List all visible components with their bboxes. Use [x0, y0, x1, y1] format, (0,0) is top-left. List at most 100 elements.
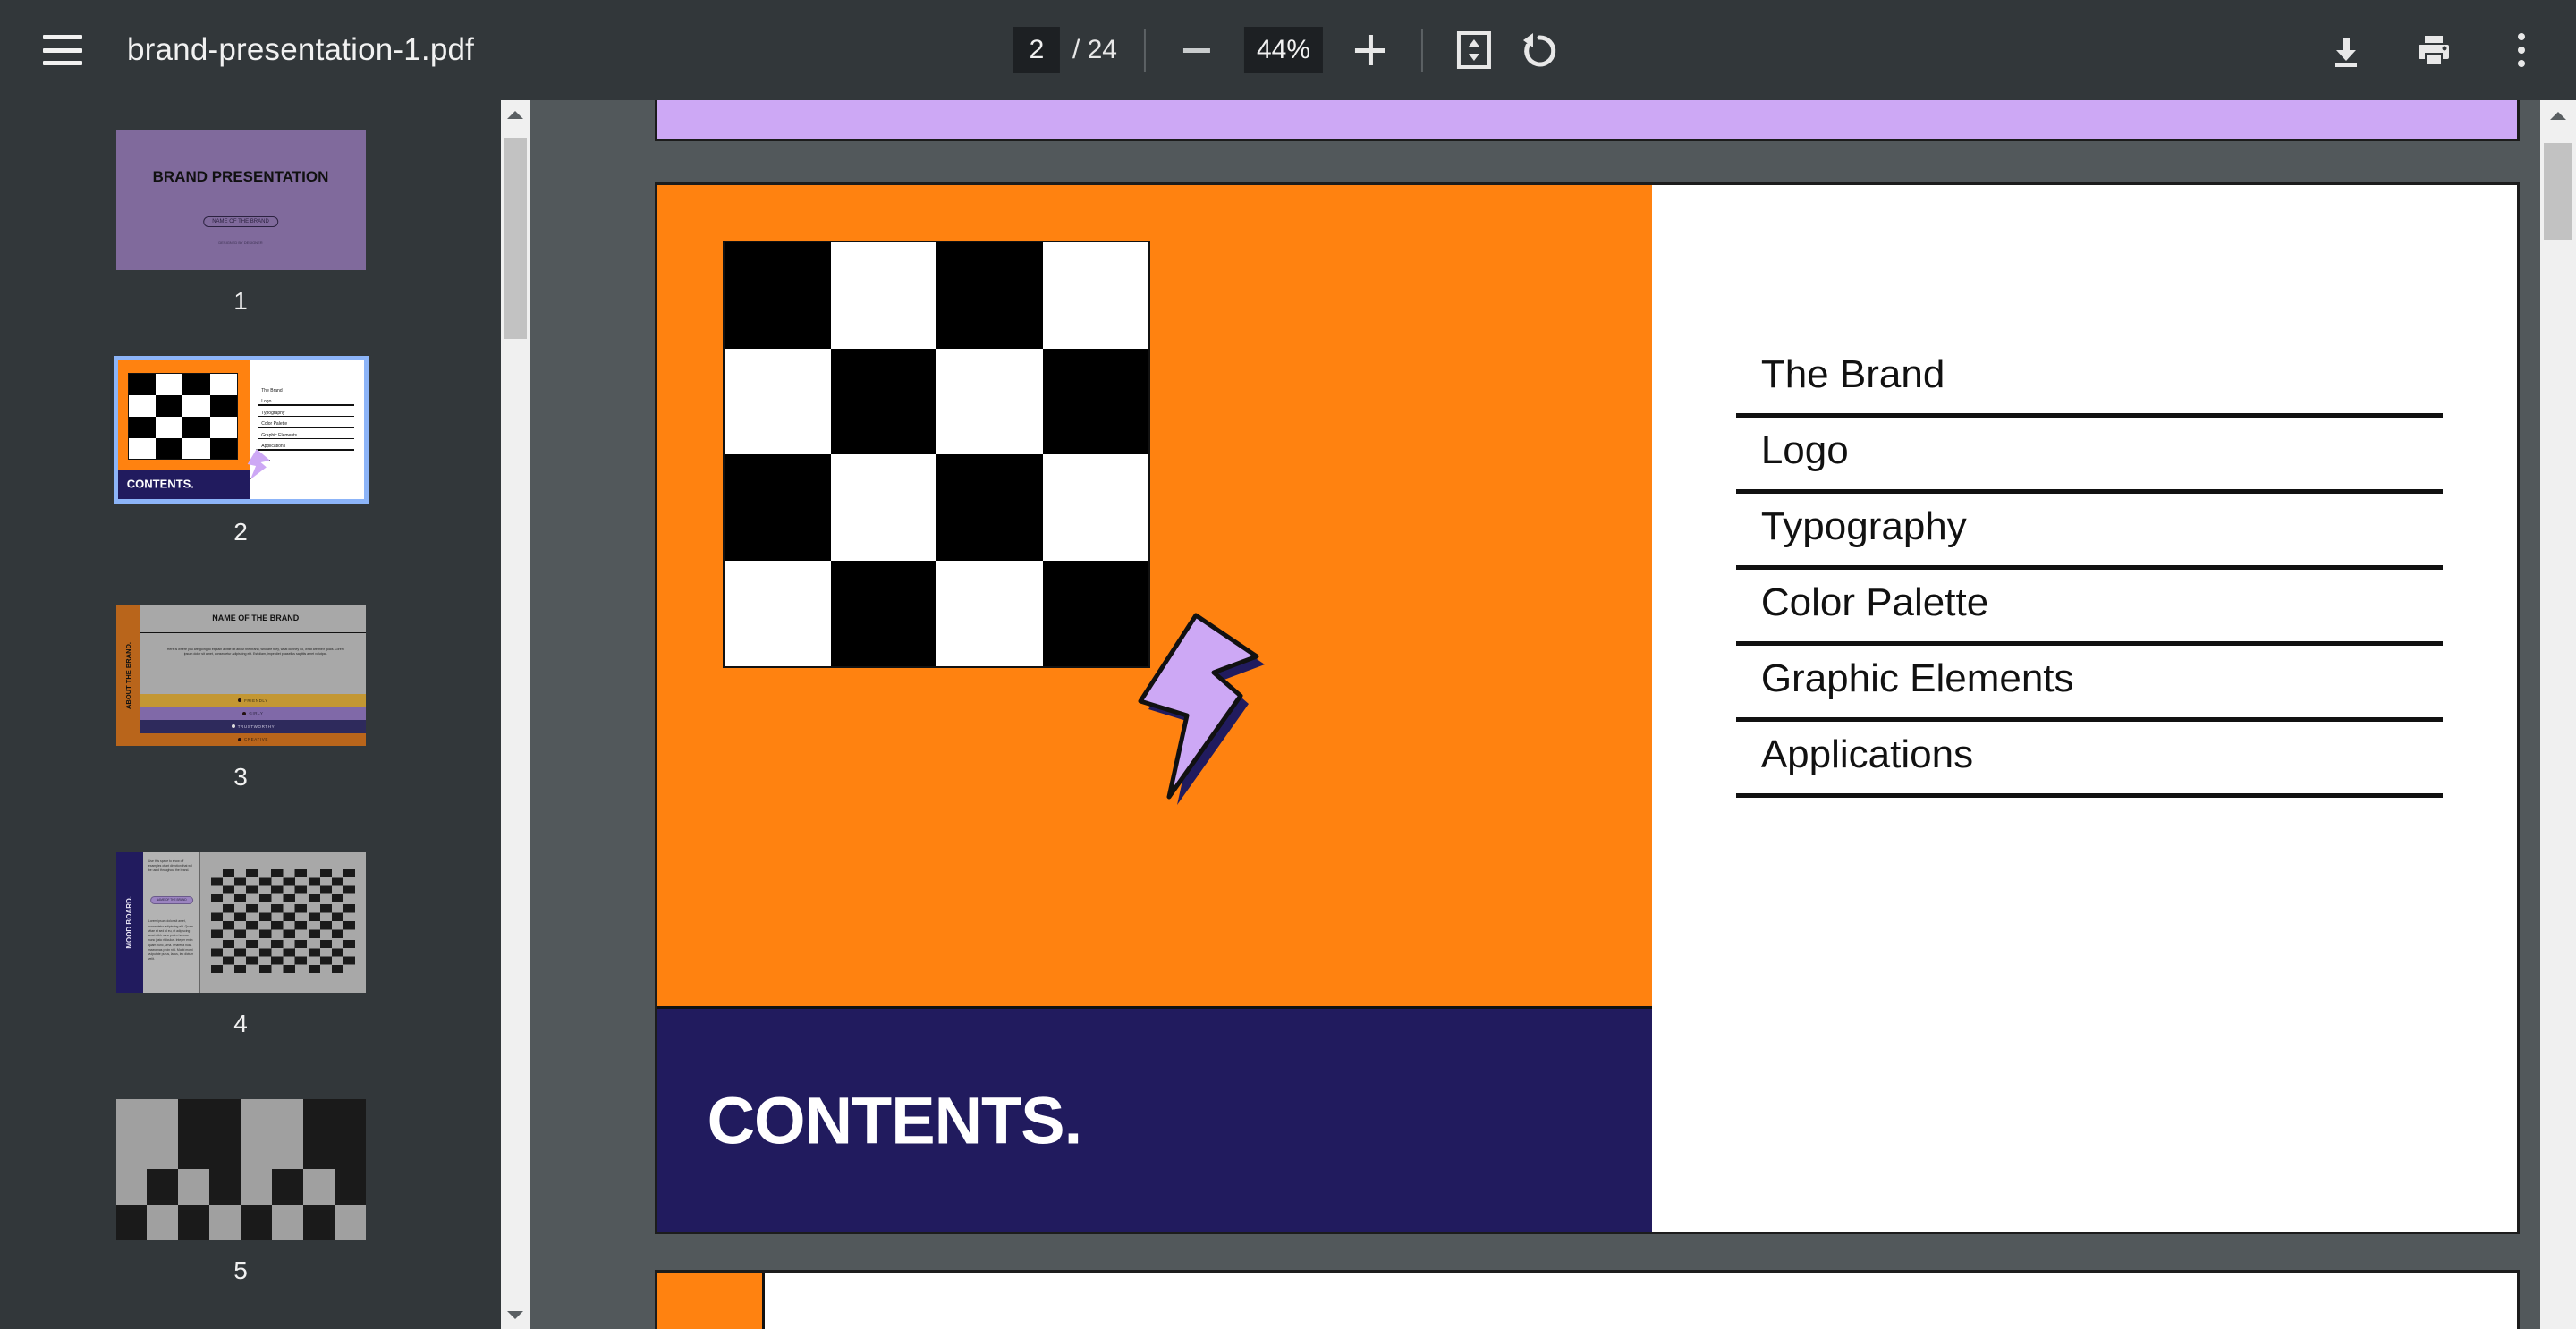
checkerboard-graphic	[723, 241, 1150, 668]
thumb-toc: The Brand Logo Typography Color Palette …	[258, 388, 354, 451]
toc-label: Typography	[1760, 504, 1967, 549]
thumb-badge: NAME OF THE BRAND	[149, 895, 193, 904]
menu-line	[43, 47, 82, 53]
hamburger-menu-icon[interactable]	[36, 30, 89, 71]
toc-label: The Brand	[1760, 352, 1945, 397]
toc-rule	[1735, 413, 2443, 419]
previous-page-color-block	[657, 100, 2517, 139]
viewer-scroll-up-button[interactable]	[2540, 100, 2576, 131]
thumb-navy-band: CONTENTS.	[117, 470, 250, 499]
banner-title: CONTENTS.	[707, 1083, 1083, 1158]
thumbnail-number: 1	[233, 286, 248, 315]
checker-cell	[1042, 348, 1148, 454]
more-dot	[2518, 33, 2525, 40]
checker-cell	[830, 454, 936, 561]
next-page-edge	[655, 1270, 2520, 1329]
thumb-subtitle: DESIGNED BY DESIGNER	[218, 240, 263, 245]
fit-to-page-icon	[1457, 31, 1492, 69]
zoom-out-button[interactable]	[1173, 26, 1221, 74]
previous-page-edge	[655, 100, 2520, 141]
checker-cell	[830, 348, 936, 454]
viewer-scrollbar[interactable]	[2540, 100, 2576, 1329]
checker-cell	[936, 560, 1043, 666]
thumbnail-sidebar[interactable]: BRAND PRESENTATION NAME OF THE BRAND DES…	[0, 100, 512, 1329]
thumbnail-item[interactable]: 5	[0, 1096, 481, 1285]
zoom-in-button[interactable]	[1346, 26, 1394, 74]
plus-icon	[1355, 35, 1386, 65]
thumb-text-column: Use this space to show off examples of a…	[143, 852, 201, 993]
toc-rule	[1735, 793, 2443, 799]
menu-line	[43, 35, 82, 39]
current-page[interactable]: CONTENTS. The Brand Logo Typography Colo…	[655, 182, 2520, 1234]
toc-row[interactable]: Applications	[1735, 732, 2443, 799]
toc-row[interactable]: Typography	[1735, 504, 2443, 571]
table-of-contents: The Brand Logo Typography Color Palette …	[1735, 352, 2443, 808]
page-number-input[interactable]: 2	[1013, 27, 1060, 73]
checker-cell	[1042, 454, 1148, 561]
checker-cell	[724, 348, 831, 454]
toc-label: Color Palette	[1760, 580, 1989, 625]
contents-banner: CONTENTS.	[657, 1006, 1653, 1232]
print-icon	[2419, 36, 2449, 66]
divider	[1144, 29, 1146, 72]
thumb-trait: FRIENDLY	[244, 698, 268, 703]
scroll-up-arrow-icon	[2550, 111, 2566, 120]
toolbar: brand-presentation-1.pdf 2 / 24 44%	[0, 0, 2576, 100]
checker-cell	[830, 242, 936, 349]
thumb-trait: TRUSTWORTHY	[237, 724, 275, 729]
zoom-level-display[interactable]: 44%	[1244, 27, 1324, 73]
sidebar-scroll-up-button[interactable]	[501, 100, 530, 129]
toc-row[interactable]: Graphic Elements	[1735, 656, 2443, 723]
thumb-trait: CREATIVE	[243, 737, 268, 742]
thumbnail-item[interactable]: BRAND PRESENTATION NAME OF THE BRAND DES…	[0, 127, 481, 316]
more-dot	[2518, 60, 2525, 67]
toc-row[interactable]: The Brand	[1735, 352, 2443, 419]
menu-line	[43, 61, 82, 65]
thumb-side-label: ABOUT THE BRAND.	[123, 641, 132, 709]
lightning-bolt-icon	[1138, 613, 1265, 805]
minus-icon	[1183, 47, 1210, 53]
checker-cell	[724, 242, 831, 349]
checker-cell	[1042, 242, 1148, 349]
thumb-body: Here is where you are going to explain a…	[166, 648, 344, 656]
thumbnail-number: 5	[233, 1256, 248, 1284]
more-options-button[interactable]	[2497, 26, 2546, 74]
toc-rule	[1735, 641, 2443, 647]
thumbnail-item[interactable]: ABOUT THE BRAND. NAME OF THE BRAND Here …	[0, 603, 481, 791]
sidebar-scroll-down-button[interactable]	[501, 1300, 530, 1329]
download-button[interactable]	[2322, 26, 2370, 74]
thumb-side-label: MOOD BOARD.	[125, 896, 134, 949]
next-page-color-block	[657, 1273, 765, 1329]
thumb-moodboard-grid	[210, 868, 356, 973]
checker-cell	[724, 560, 831, 666]
more-dot	[2518, 47, 2525, 54]
rotate-button[interactable]	[1514, 26, 1563, 74]
fit-to-page-button[interactable]	[1450, 26, 1498, 74]
thumbnail-frame[interactable]: ABOUT THE BRAND. NAME OF THE BRAND Here …	[113, 603, 369, 749]
toc-row[interactable]: Logo	[1735, 428, 2443, 495]
thumbnail-number: 4	[233, 1009, 248, 1037]
pdf-page-viewer[interactable]: CONTENTS. The Brand Logo Typography Colo…	[530, 100, 2540, 1329]
thumbnail-frame[interactable]	[113, 1096, 369, 1242]
viewer-scroll-thumb[interactable]	[2544, 143, 2572, 240]
thumbnail-preview: BRAND PRESENTATION NAME OF THE BRAND DES…	[115, 130, 366, 270]
thumbnail-frame[interactable]: MOOD BOARD. Use this space to show off e…	[113, 850, 369, 995]
toc-label: Applications	[1760, 732, 1974, 777]
thumbnail-item-selected[interactable]: CONTENTS. The Brand Logo Typography Colo…	[0, 356, 481, 546]
thumb-lightning-bolt-icon	[247, 449, 270, 480]
page-count-label: / 24	[1072, 35, 1117, 64]
thumbnail-frame[interactable]: CONTENTS. The Brand Logo Typography Colo…	[113, 356, 369, 504]
document-title: brand-presentation-1.pdf	[127, 32, 475, 67]
sidebar-scroll-thumb[interactable]	[504, 138, 527, 339]
thumbnail-preview: ABOUT THE BRAND. NAME OF THE BRAND Here …	[115, 605, 366, 746]
scroll-up-arrow-icon	[507, 110, 523, 119]
thumbnail-preview: CONTENTS. The Brand Logo Typography Colo…	[117, 360, 364, 499]
checker-cell	[830, 560, 936, 666]
toc-rule	[1735, 565, 2443, 571]
thumbnail-frame[interactable]: BRAND PRESENTATION NAME OF THE BRAND DES…	[113, 127, 369, 273]
divider	[1421, 29, 1424, 72]
thumbnail-item[interactable]: MOOD BOARD. Use this space to show off e…	[0, 850, 481, 1038]
print-button[interactable]	[2410, 26, 2458, 74]
toc-row[interactable]: Color Palette	[1735, 580, 2443, 647]
sidebar-scrollbar[interactable]	[501, 100, 530, 1329]
